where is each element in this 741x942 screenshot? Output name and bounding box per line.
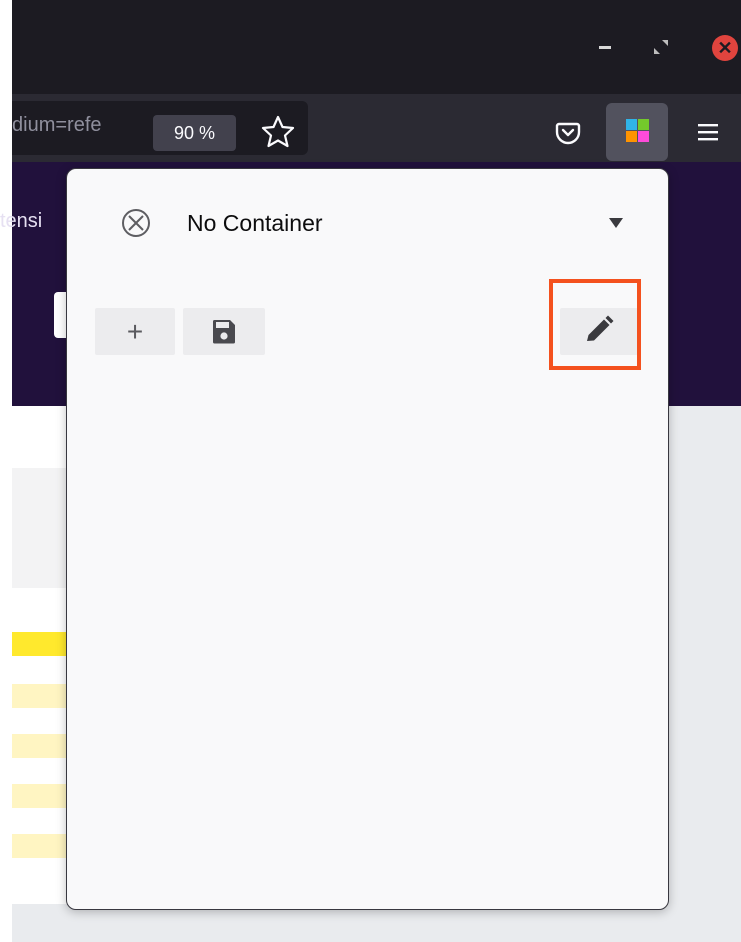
window-title-bar	[12, 0, 741, 94]
url-text[interactable]: dium=refe	[12, 114, 102, 137]
containers-extension-button[interactable]	[606, 103, 668, 161]
restore-icon[interactable]	[654, 40, 668, 54]
close-icon[interactable]: ✕	[712, 35, 738, 61]
chevron-down-icon[interactable]	[609, 218, 623, 228]
highlight-stripe	[12, 834, 68, 858]
container-select-label[interactable]: No Container	[187, 210, 323, 237]
add-container-button[interactable]: +	[95, 308, 175, 355]
annotation-highlight-box	[549, 279, 641, 370]
save-button[interactable]	[183, 308, 265, 355]
no-container-icon	[120, 207, 152, 239]
minimize-icon[interactable]	[599, 46, 611, 49]
highlight-stripe	[12, 632, 68, 656]
zoom-level-button[interactable]: 90 %	[153, 115, 236, 151]
page-partial-text: tensi	[0, 210, 43, 232]
highlight-stripe	[12, 734, 68, 758]
pocket-icon[interactable]	[548, 112, 588, 152]
highlight-stripe	[12, 784, 68, 808]
bookmark-star-icon[interactable]	[258, 112, 298, 152]
page-sidebar-background	[666, 406, 741, 904]
hamburger-menu-icon[interactable]	[688, 112, 728, 152]
page-card	[12, 468, 68, 588]
highlight-stripe	[12, 684, 68, 708]
